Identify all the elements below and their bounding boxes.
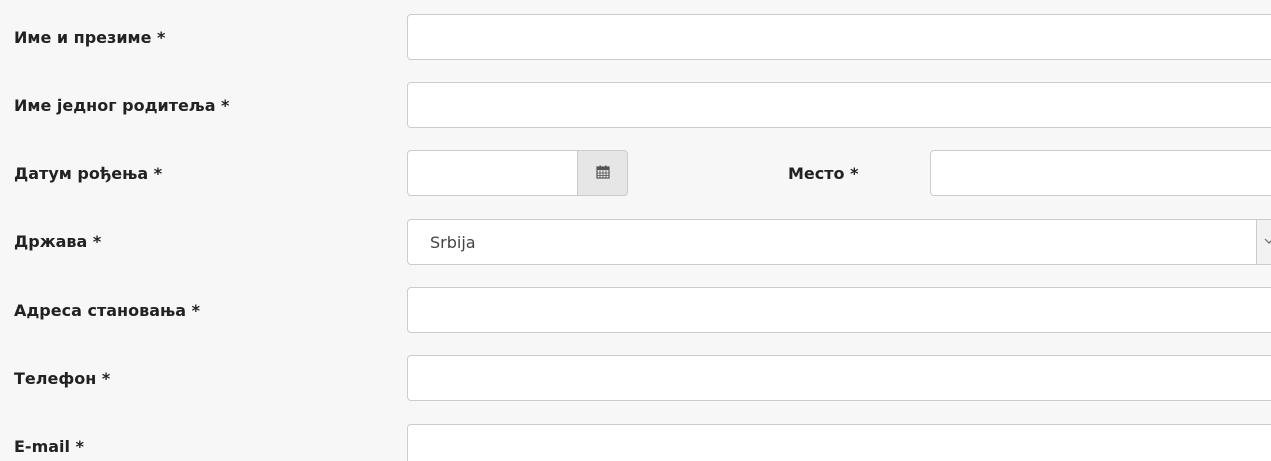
email-label: E-mail * bbox=[14, 437, 84, 456]
phone-label: Телефон * bbox=[14, 369, 111, 388]
registration-form: Име и презиме * Име једног родитеља * Да… bbox=[0, 0, 1271, 461]
phone-input[interactable] bbox=[407, 355, 1271, 401]
birth-date-input[interactable] bbox=[407, 150, 577, 196]
parent-name-input[interactable] bbox=[407, 82, 1271, 128]
full-name-label: Име и презиме * bbox=[14, 28, 166, 47]
place-input[interactable] bbox=[930, 150, 1271, 196]
full-name-input[interactable] bbox=[407, 14, 1271, 60]
place-label: Место * bbox=[788, 164, 859, 183]
birth-date-picker bbox=[407, 150, 628, 196]
birth-date-label: Датум рођења * bbox=[14, 164, 163, 183]
country-label: Држава * bbox=[14, 232, 102, 251]
chevron-down-icon[interactable] bbox=[1256, 219, 1271, 265]
country-selected-value: Srbija bbox=[430, 233, 476, 252]
email-input[interactable] bbox=[407, 424, 1271, 461]
address-label: Адреса становања * bbox=[14, 301, 201, 320]
calendar-button[interactable] bbox=[577, 150, 628, 196]
address-input[interactable] bbox=[407, 287, 1271, 333]
country-select[interactable]: Srbija bbox=[407, 219, 1271, 265]
parent-name-label: Име једног родитеља * bbox=[14, 96, 230, 115]
calendar-icon bbox=[595, 164, 610, 183]
